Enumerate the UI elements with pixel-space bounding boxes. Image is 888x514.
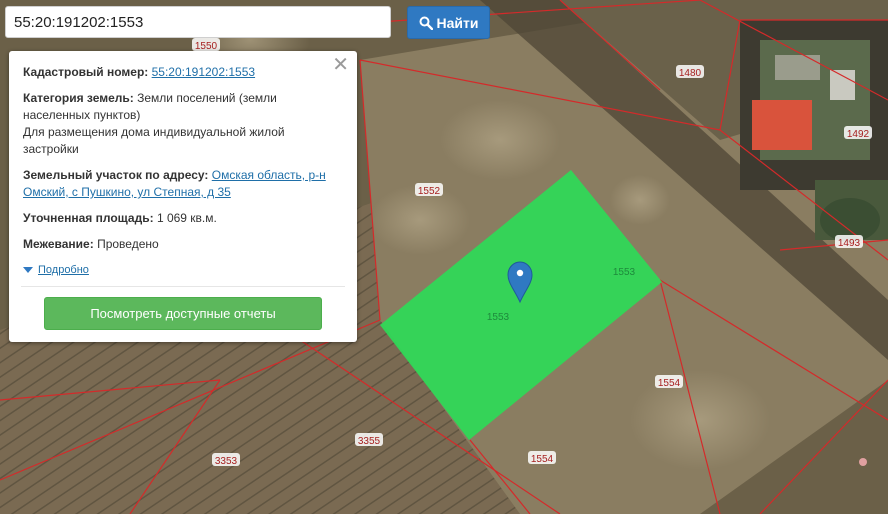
address-label: Земельный участок по адресу: (23, 168, 209, 182)
cadastral-number-link[interactable]: 55:20:191202:1553 (152, 65, 255, 79)
survey-value: Проведено (97, 237, 159, 251)
category-use: Для размещения дома индивидуальной жилой… (23, 125, 285, 156)
category-row: Категория земель: Земли поселений (земли… (23, 90, 343, 158)
parcel-label: 1552 (418, 186, 441, 197)
address-row: Земельный участок по адресу: Омская обла… (23, 167, 343, 201)
parcel-label-selected: 1553 (487, 312, 510, 323)
triangle-down-icon (23, 267, 33, 273)
parcel-label: 1493 (838, 238, 861, 249)
map-marker-dot (859, 458, 867, 466)
survey-label: Межевание: (23, 237, 94, 251)
parcel-label: 3353 (215, 456, 238, 467)
parcel-label: 1554 (531, 454, 554, 465)
area-row: Уточненная площадь: 1 069 кв.м. (23, 210, 343, 227)
close-icon[interactable]: ✕ (332, 55, 349, 75)
cadastral-row: Кадастровый номер: 55:20:191202:1553 (23, 64, 343, 81)
search-input[interactable] (5, 6, 391, 38)
area-value: 1 069 кв.м. (156, 211, 217, 225)
search-icon (419, 16, 433, 30)
parcel-label: 1480 (679, 68, 702, 79)
parcel-info-panel: ✕ Кадастровый номер: 55:20:191202:1553 К… (9, 51, 357, 342)
divider (21, 286, 345, 287)
search-button-label: Найти (436, 14, 479, 31)
parcel-label-selected: 1553 (613, 267, 636, 278)
parcel-label: 1492 (847, 129, 870, 140)
area-label: Уточненная площадь: (23, 211, 154, 225)
house-roof (752, 100, 812, 150)
survey-row: Межевание: Проведено (23, 236, 343, 253)
view-reports-button[interactable]: Посмотреть доступные отчеты (44, 297, 322, 330)
search-button[interactable]: Найти (407, 6, 490, 39)
parcel-label: 3355 (358, 436, 381, 447)
category-label: Категория земель: (23, 91, 134, 105)
cadastral-label: Кадастровый номер: (23, 65, 149, 79)
more-details-toggle[interactable]: Подробно (23, 264, 89, 276)
parcel-label: 1554 (658, 378, 681, 389)
more-details-label: Подробно (38, 264, 89, 276)
